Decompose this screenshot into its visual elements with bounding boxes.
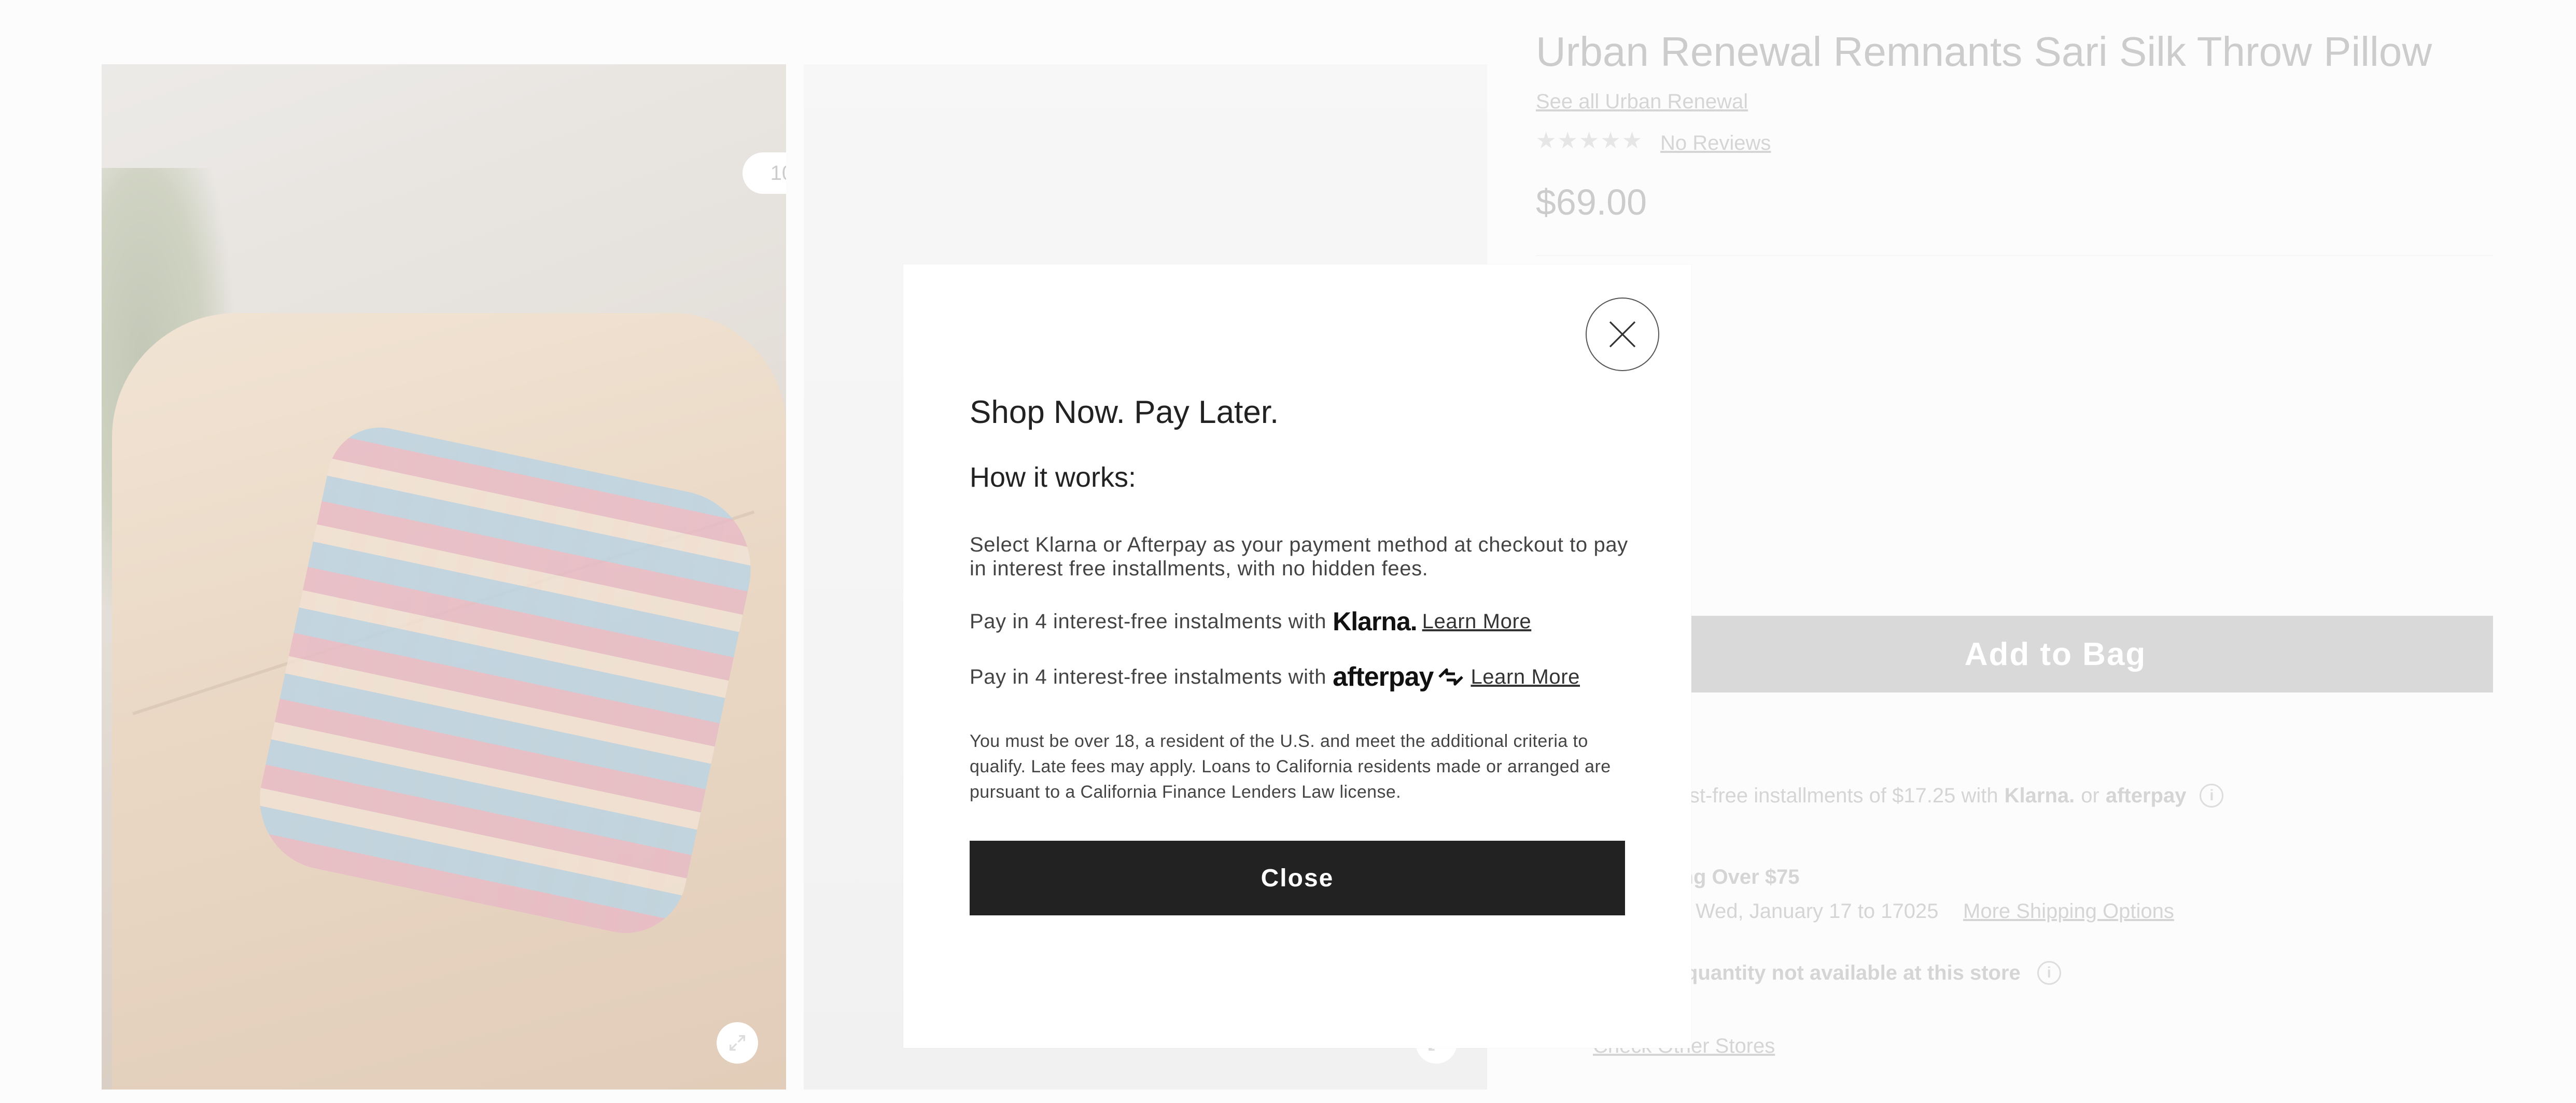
pay-later-modal: Shop Now. Pay Later. How it works: Selec…: [903, 264, 1691, 1048]
modal-title: Shop Now. Pay Later.: [970, 394, 1279, 430]
klarna-learn-more-link[interactable]: Learn More: [1422, 610, 1532, 633]
afterpay-row: Pay in 4 interest-free instalments with …: [970, 661, 1580, 692]
modal-subtitle: How it works:: [970, 462, 1137, 493]
klarna-logo: Klarna.: [1333, 607, 1418, 636]
klarna-row: Pay in 4 interest-free instalments with …: [970, 606, 1531, 637]
afterpay-logo: afterpay: [1333, 661, 1465, 692]
afterpay-row-text: Pay in 4 interest-free instalments with: [970, 665, 1327, 688]
afterpay-learn-more-link[interactable]: Learn More: [1471, 666, 1580, 689]
klarna-row-text: Pay in 4 interest-free instalments with: [970, 610, 1327, 633]
close-icon[interactable]: [1586, 298, 1659, 371]
modal-description: Select Klarna or Afterpay as your paymen…: [970, 533, 1628, 580]
afterpay-logo-text: afterpay: [1333, 662, 1434, 692]
modal-legal-text: You must be over 18, a resident of the U…: [970, 731, 1611, 802]
close-button[interactable]: Close: [970, 841, 1625, 915]
afterpay-arrows-icon: [1438, 668, 1464, 686]
